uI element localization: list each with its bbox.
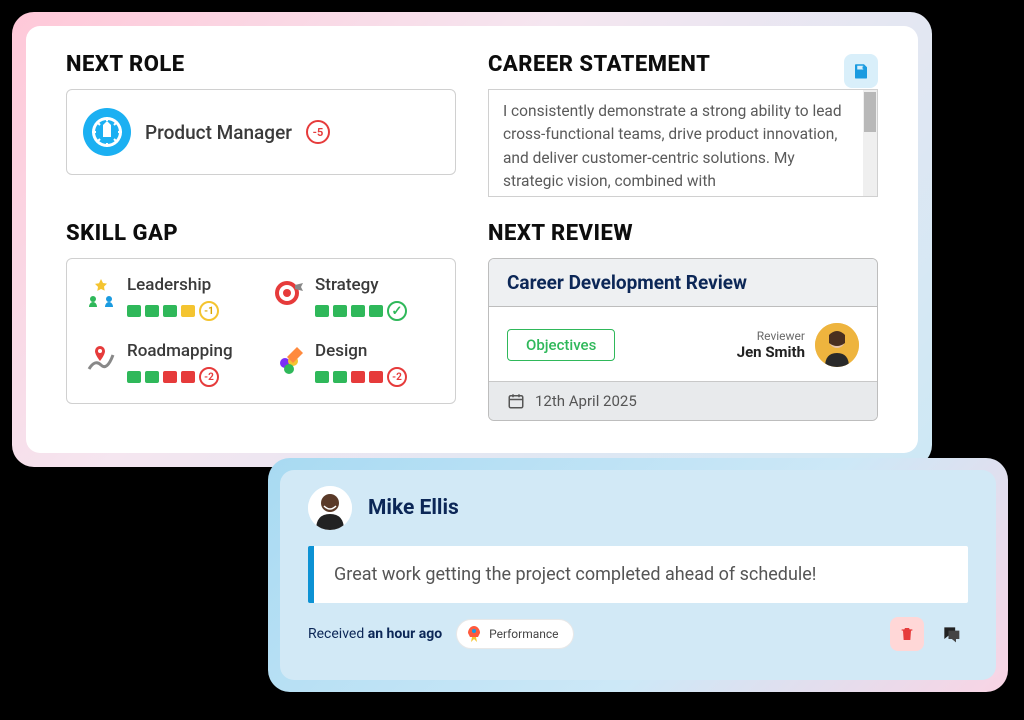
- skill-gap-heading: SKILL GAP: [66, 221, 456, 246]
- skill-name: Leadership: [127, 275, 251, 295]
- feedback-tag-label: Performance: [489, 627, 558, 641]
- chat-icon: [941, 624, 961, 644]
- skill-blocks: -1: [127, 301, 251, 321]
- feedback-card: Mike Ellis Great work getting the projec…: [268, 458, 1008, 692]
- career-statement-text: I consistently demonstrate a strong abil…: [503, 102, 842, 190]
- dashboard-inner: NEXT ROLE Product Manager -5 CAREER STAT…: [26, 26, 918, 453]
- skill-item-design[interactable]: Design -2: [271, 341, 439, 387]
- review-footer: 12th April 2025: [489, 381, 877, 420]
- feedback-timestamp: Received an hour ago: [308, 626, 442, 642]
- palette-brush-icon: [271, 341, 307, 377]
- feedback-tag-pill[interactable]: Performance: [456, 619, 573, 649]
- comment-button[interactable]: [934, 617, 968, 651]
- skill-name: Design: [315, 341, 439, 361]
- scrollbar-down-icon[interactable]: [863, 182, 877, 196]
- career-statement-section: CAREER STATEMENT I consistently demonstr…: [488, 52, 878, 203]
- calendar-icon: [507, 392, 525, 410]
- feedback-message: Great work getting the project completed…: [308, 546, 968, 603]
- reviewer-avatar[interactable]: [815, 323, 859, 367]
- rocket-icon: [465, 625, 483, 643]
- career-statement-heading: CAREER STATEMENT: [488, 52, 710, 77]
- skill-delta-badge: -2: [199, 367, 219, 387]
- feedback-inner: Mike Ellis Great work getting the projec…: [280, 470, 996, 680]
- target-icon: [271, 275, 307, 311]
- scrollbar[interactable]: [863, 90, 877, 196]
- skill-delta-badge: -1: [199, 301, 219, 321]
- review-date: 12th April 2025: [535, 392, 637, 410]
- next-role-box[interactable]: Product Manager -5: [66, 89, 456, 175]
- skill-item-leadership[interactable]: Leadership -1: [83, 275, 251, 321]
- career-dashboard-card: NEXT ROLE Product Manager -5 CAREER STAT…: [12, 12, 932, 467]
- next-role-heading: NEXT ROLE: [66, 52, 456, 77]
- save-button[interactable]: [844, 54, 878, 88]
- objectives-chip[interactable]: Objectives: [507, 329, 615, 361]
- people-star-icon: [83, 275, 119, 311]
- reviewer-label: Reviewer: [737, 329, 805, 343]
- next-role-title: Product Manager: [145, 121, 292, 144]
- skill-blocks: ✓: [315, 301, 439, 321]
- roadmap-pin-icon: [83, 341, 119, 377]
- review-body: Objectives Reviewer Jen Smith: [489, 307, 877, 381]
- next-role-delta-badge: -5: [306, 120, 330, 144]
- skill-check-badge: ✓: [387, 301, 407, 321]
- review-box[interactable]: Career Development Review Objectives Rev…: [488, 258, 878, 421]
- skill-item-roadmapping[interactable]: Roadmapping -2: [83, 341, 251, 387]
- skill-delta-badge: -2: [387, 367, 407, 387]
- skill-gap-section: SKILL GAP Leadership -1: [66, 221, 456, 427]
- next-review-heading: NEXT REVIEW: [488, 221, 878, 246]
- career-statement-textarea[interactable]: I consistently demonstrate a strong abil…: [488, 89, 878, 197]
- skill-item-strategy[interactable]: Strategy ✓: [271, 275, 439, 321]
- gear-box-icon: [83, 108, 131, 156]
- delete-button[interactable]: [890, 617, 924, 651]
- skill-name: Roadmapping: [127, 341, 251, 361]
- next-role-section: NEXT ROLE Product Manager -5: [66, 52, 456, 203]
- review-title: Career Development Review: [489, 259, 877, 307]
- scrollbar-thumb[interactable]: [864, 92, 876, 132]
- trash-icon: [899, 626, 915, 642]
- skill-blocks: -2: [315, 367, 439, 387]
- feedback-author-name: Mike Ellis: [368, 496, 459, 520]
- skill-blocks: -2: [127, 367, 251, 387]
- skill-gap-box: Leadership -1 Strategy: [66, 258, 456, 404]
- skill-name: Strategy: [315, 275, 439, 295]
- next-review-section: NEXT REVIEW Career Development Review Ob…: [488, 221, 878, 427]
- save-icon: [852, 62, 870, 80]
- reviewer-name: Jen Smith: [737, 343, 805, 361]
- feedback-author-avatar[interactable]: [308, 486, 352, 530]
